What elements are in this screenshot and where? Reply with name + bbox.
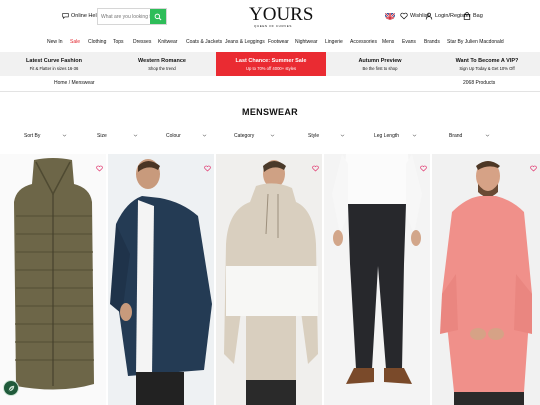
nav-item-tops[interactable]: Tops <box>113 39 124 45</box>
nav-item-mens[interactable]: Mens <box>382 39 394 45</box>
nav-item-nightwear[interactable]: Nightwear <box>295 39 318 45</box>
filter-sort-by[interactable]: Sort By <box>24 133 67 139</box>
nav-item-star-by-julien-macdonald[interactable]: Star By Julien Macdonald <box>447 39 504 45</box>
nav-item-jeans-leggings[interactable]: Jeans & Leggings <box>225 39 265 45</box>
online-help-label: Online Help <box>71 12 100 19</box>
filter-label: Brand <box>449 133 463 139</box>
chevron-down-icon <box>340 134 345 137</box>
nav-item-dresses[interactable]: Dresses <box>133 39 151 45</box>
nav-item-lingerie[interactable]: Lingerie <box>325 39 343 45</box>
product-card[interactable] <box>432 154 540 405</box>
filter-size[interactable]: Size <box>97 133 138 139</box>
wishlist-heart-icon[interactable] <box>420 159 427 172</box>
filter-leg-length[interactable]: Leg Length <box>374 133 417 139</box>
filter-label: Colour <box>166 133 181 139</box>
user-icon <box>425 12 433 20</box>
search-icon <box>154 13 162 20</box>
leaf-icon <box>8 385 14 391</box>
uk-flag-icon[interactable] <box>385 10 395 20</box>
promo-title: Autumn Preview <box>358 57 402 64</box>
product-count: 2068 Products <box>463 80 496 86</box>
nav-item-brands[interactable]: Brands <box>424 39 440 45</box>
product-navy-jacket-white-tee-icon <box>108 154 214 405</box>
main-nav: New In Sale Clothing Tops Dresses Knitwe… <box>0 37 540 49</box>
promo-subtitle: Shop the trend <box>148 65 176 71</box>
filter-label: Sort By <box>24 133 41 139</box>
divider <box>0 91 540 92</box>
promo-title: Last Chance: Summer Sale <box>235 57 307 64</box>
heart-icon <box>400 12 408 20</box>
filter-colour[interactable]: Colour <box>166 133 207 139</box>
promo-subtitle: Sign Up Today & Get 10% Off <box>459 65 515 71</box>
eco-badge-button[interactable] <box>3 380 19 396</box>
filter-bar: Sort By Size Colour Category Style Leg L… <box>0 131 540 143</box>
bag-icon <box>463 12 471 20</box>
chevron-down-icon <box>62 134 67 137</box>
promo-western-romance[interactable]: Western Romance Shop the trend <box>108 52 216 76</box>
logo-tagline: QUEEN OF CURVES <box>254 24 292 28</box>
product-black-trousers-white-shirt-icon <box>324 154 430 405</box>
filter-label: Size <box>97 133 107 139</box>
promo-summer-sale[interactable]: Last Chance: Summer Sale Up to 70% off 4… <box>216 52 326 76</box>
promo-vip[interactable]: Want To Become A VIP? Sign Up Today & Ge… <box>434 52 540 76</box>
promo-subtitle: Be the first to shop <box>362 65 398 71</box>
chevron-down-icon <box>270 134 275 137</box>
nav-item-footwear[interactable]: Footwear <box>268 39 289 45</box>
product-pink-long-sleeve-shirt-icon <box>432 154 540 405</box>
search-bar <box>97 8 167 25</box>
product-card[interactable] <box>324 154 430 405</box>
search-button[interactable] <box>150 9 166 24</box>
chevron-down-icon <box>202 134 207 137</box>
promo-autumn-preview[interactable]: Autumn Preview Be the first to shop <box>326 52 434 76</box>
breadcrumb-row: Home / Menswear 2068 Products <box>0 78 540 90</box>
wishlist-heart-icon[interactable] <box>312 159 319 172</box>
promo-subtitle: Up to 70% off 4000+ styles <box>245 65 297 71</box>
promo-title: Want To Become A VIP? <box>455 57 519 64</box>
filter-label: Style <box>308 133 320 139</box>
promo-title: Western Romance <box>138 57 186 64</box>
chevron-down-icon <box>485 134 490 137</box>
bag-label: Bag <box>473 13 483 19</box>
product-olive-padded-gilet-icon <box>0 154 106 405</box>
nav-item-knitwear[interactable]: Knitwear <box>158 39 177 45</box>
promo-latest-curve-fashion[interactable]: Latest Curve Fashion Fit & Flatter in si… <box>0 52 108 76</box>
nav-item-coats-jackets[interactable]: Coats & Jackets <box>186 39 222 45</box>
promo-title: Latest Curve Fashion <box>26 57 82 64</box>
promo-subtitle: Fit & Flatter in sizes 16-36 <box>29 65 79 71</box>
product-card[interactable] <box>216 154 322 405</box>
filter-label: Leg Length <box>374 133 400 139</box>
page-title: MENSWEAR <box>242 107 298 117</box>
site-header: Online Help YOURS QUEEN OF CURVES Wishli… <box>0 0 540 34</box>
product-card[interactable] <box>0 154 106 405</box>
product-beige-white-colourblock-hoodie-icon <box>216 154 322 405</box>
wishlist-heart-icon[interactable] <box>530 159 537 172</box>
product-card[interactable] <box>108 154 214 405</box>
search-input[interactable] <box>98 9 150 24</box>
nav-item-clothing[interactable]: Clothing <box>88 39 106 45</box>
nav-item-accessories[interactable]: Accessories <box>350 39 377 45</box>
filter-style[interactable]: Style <box>308 133 345 139</box>
chevron-down-icon <box>412 134 417 137</box>
wishlist-heart-icon[interactable] <box>204 159 211 172</box>
online-help-link[interactable]: Online Help <box>62 12 100 19</box>
logo-wordmark: YOURS <box>249 4 314 25</box>
chat-icon <box>62 13 69 19</box>
promo-bar: Latest Curve Fashion Fit & Flatter in si… <box>0 52 540 76</box>
breadcrumb[interactable]: Home / Menswear <box>54 80 95 86</box>
bag-link[interactable]: Bag <box>463 12 483 20</box>
nav-item-evans[interactable]: Evans <box>402 39 416 45</box>
filter-category[interactable]: Category <box>234 133 275 139</box>
chevron-down-icon <box>133 134 138 137</box>
filter-brand[interactable]: Brand <box>449 133 490 139</box>
filter-label: Category <box>234 133 255 139</box>
wishlist-heart-icon[interactable] <box>96 159 103 172</box>
nav-item-new-in[interactable]: New In <box>47 39 63 45</box>
brand-logo[interactable]: YOURS QUEEN OF CURVES <box>249 4 314 28</box>
nav-item-sale[interactable]: Sale <box>70 39 80 45</box>
